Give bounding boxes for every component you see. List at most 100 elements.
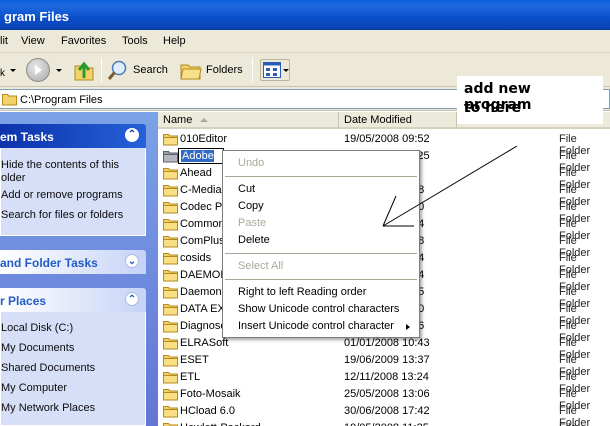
file-name: ETL: [180, 371, 201, 383]
column-date-label: Date Modified: [344, 114, 412, 126]
menu-edit[interactable]: lit: [0, 35, 8, 47]
views-icon: [263, 62, 281, 78]
place-my-network-places[interactable]: My Network Places: [1, 402, 95, 414]
toolbar-separator: [101, 58, 102, 82]
folder-icon: [163, 371, 178, 387]
folder-icon: [163, 167, 178, 183]
table-row[interactable]: 010Editor 19/05/2008 09:52 File Folder: [158, 131, 610, 157]
expand-icon[interactable]: ⌄: [125, 254, 139, 268]
menu-separator: [225, 279, 417, 280]
place-my-computer[interactable]: My Computer: [1, 382, 67, 394]
table-row[interactable]: ETL 12/11/2008 13:24 File Folder: [158, 369, 610, 395]
folder-icon: [163, 354, 178, 370]
file-name: Daemon: [180, 286, 222, 298]
file-name: Foto-Mosaik: [180, 388, 241, 400]
back-dropdown-icon[interactable]: [10, 69, 16, 72]
rename-field[interactable]: Adobe: [178, 148, 224, 164]
other-places-body: Local Disk (C:) My Documents Shared Docu…: [0, 312, 146, 426]
place-local-disk[interactable]: Local Disk (C:): [1, 322, 73, 334]
column-header-date[interactable]: Date Modified: [339, 112, 457, 129]
collapse-icon[interactable]: ⌃: [125, 128, 139, 142]
menu-separator: [225, 176, 417, 177]
context-menu: Undo Cut Copy Paste Delete Select All Ri…: [222, 150, 420, 338]
file-date: 01/01/2008 10:43: [344, 337, 430, 349]
menu-view[interactable]: View: [21, 35, 45, 47]
up-folder-icon[interactable]: [73, 58, 95, 82]
ctx-cut[interactable]: Cut: [238, 183, 255, 195]
system-tasks-header[interactable]: em Tasks ⌃: [0, 124, 146, 148]
table-row[interactable]: Hewlett-Packard 19/05/2008 11:25 File Fold…: [158, 420, 610, 426]
ctx-delete[interactable]: Delete: [238, 234, 270, 246]
other-places-header[interactable]: r Places ⌃: [0, 288, 146, 312]
file-name: Ahead: [180, 167, 212, 179]
system-tasks-body: Hide the contents of this older Add or r…: [0, 148, 146, 236]
menu-help[interactable]: Help: [163, 35, 186, 47]
file-name: Common: [180, 218, 225, 230]
search-button[interactable]: Search: [107, 58, 168, 82]
views-dropdown-icon: [283, 69, 289, 72]
folder-icon: [163, 303, 178, 319]
menu-favorites[interactable]: Favorites: [61, 35, 106, 47]
folder-icon: [163, 150, 178, 166]
task-search-files[interactable]: Search for files or folders: [1, 209, 123, 222]
toolbar-separator: [252, 58, 253, 82]
folder-icon: [163, 320, 178, 336]
ctx-copy[interactable]: Copy: [238, 200, 264, 212]
ctx-rtl-reading-order[interactable]: Right to left Reading order: [238, 286, 366, 298]
system-tasks-title: em Tasks: [0, 130, 54, 144]
file-date: 30/06/2008 17:42: [344, 405, 430, 417]
ctx-show-unicode[interactable]: Show Unicode control characters: [238, 303, 399, 315]
table-row[interactable]: ESET 19/06/2009 13:37 File Folder: [158, 352, 610, 378]
file-folder-tasks-header[interactable]: and Folder Tasks ⌄: [0, 250, 146, 274]
folder-icon: [163, 133, 178, 149]
file-date: 19/05/2008 11:25: [344, 422, 429, 426]
ctx-paste[interactable]: Paste: [238, 217, 266, 229]
window-title: gram Files: [4, 9, 70, 24]
folders-button[interactable]: Folders: [180, 58, 243, 82]
file-name: ELRASoft: [180, 337, 229, 349]
folders-label: Folders: [206, 64, 243, 76]
table-row[interactable]: HCload 6.0 30/06/2008 17:42 File Folder: [158, 403, 610, 426]
menu-tools[interactable]: Tools: [122, 35, 148, 47]
place-shared-documents[interactable]: Shared Documents: [1, 362, 95, 374]
file-folder-tasks-title: and Folder Tasks: [0, 256, 98, 270]
file-name: Codec P: [180, 201, 223, 213]
task-add-remove-programs[interactable]: Add or remove programs: [1, 189, 123, 202]
address-path: C:\Program Files: [20, 94, 103, 106]
search-icon: [107, 60, 127, 80]
place-my-documents[interactable]: My Documents: [1, 342, 74, 354]
menu-bar: lit View Favorites Tools Help: [0, 30, 610, 53]
table-row[interactable]: Foto-Mosaik 25/05/2008 13:06 File Folder: [158, 386, 610, 412]
file-name: DATA EX: [180, 303, 225, 315]
ctx-select-all[interactable]: Select All: [238, 260, 283, 272]
rename-selection: Adobe: [181, 150, 214, 162]
back-button[interactable]: k: [0, 68, 5, 79]
forward-button[interactable]: [26, 58, 50, 82]
folder-icon: [163, 269, 178, 285]
folder-icon: [163, 388, 178, 404]
folder-icon: [163, 184, 178, 200]
ctx-insert-unicode[interactable]: Insert Unicode control character: [238, 320, 394, 332]
file-name: Diagnose: [180, 320, 227, 332]
file-name: ESET: [180, 354, 209, 366]
folder-icon: [163, 337, 178, 353]
file-name: cosids: [180, 252, 212, 264]
views-button[interactable]: [260, 59, 290, 81]
folder-icon: [163, 422, 178, 426]
other-places-title: r Places: [0, 294, 47, 308]
folders-icon: [180, 64, 202, 80]
column-header-name[interactable]: Name: [158, 112, 339, 129]
task-hide-contents-cont[interactable]: older: [1, 172, 25, 185]
folder-icon: [163, 286, 178, 302]
file-date: 25/05/2008 13:06: [344, 388, 430, 400]
file-date: 12/11/2008 13:24: [344, 371, 429, 383]
forward-dropdown-icon[interactable]: [56, 69, 62, 72]
file-name: Hewlett-Packard: [180, 422, 261, 426]
folder-icon: [163, 201, 178, 217]
file-name: C-Media: [180, 184, 222, 196]
collapse-icon[interactable]: ⌃: [125, 292, 139, 306]
task-hide-contents[interactable]: Hide the contents of this: [1, 159, 119, 172]
ctx-undo[interactable]: Undo: [238, 157, 264, 169]
submenu-arrow-icon: [406, 324, 410, 330]
folder-icon: [163, 405, 178, 421]
